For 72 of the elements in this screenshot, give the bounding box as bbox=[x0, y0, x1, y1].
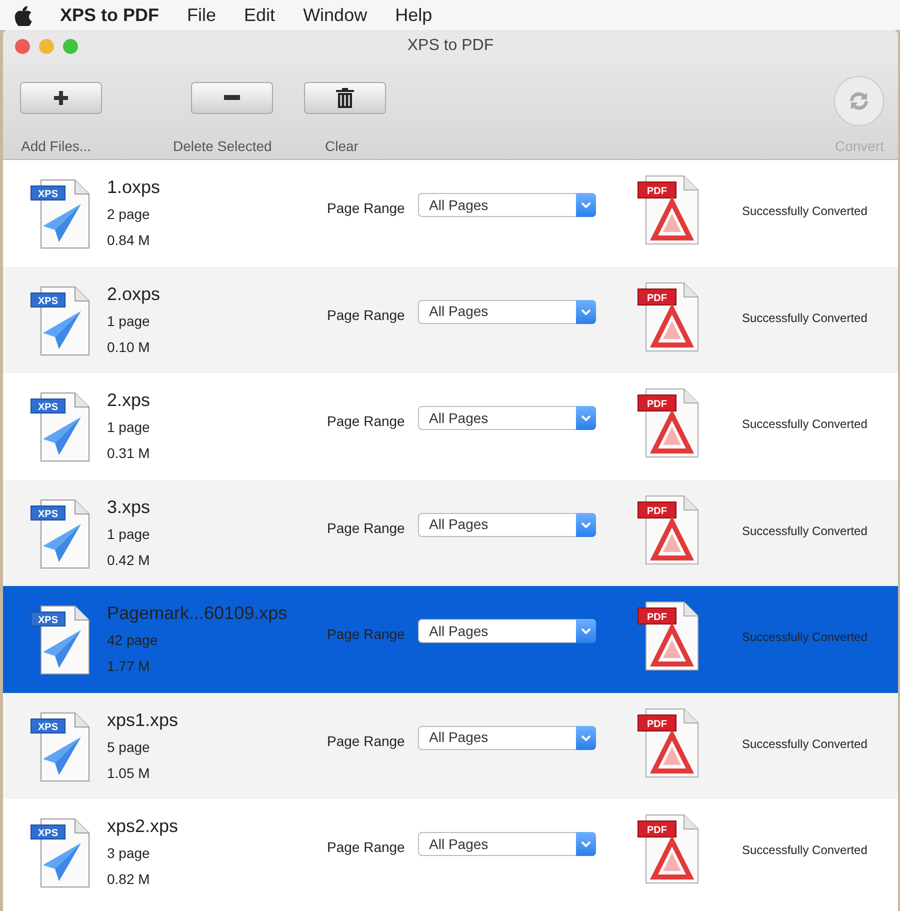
page-range-dropdown[interactable]: All Pages bbox=[418, 619, 596, 643]
status-text: Successfully Converted bbox=[742, 842, 868, 859]
page-count: 3 page bbox=[107, 844, 150, 863]
add-button[interactable] bbox=[20, 82, 102, 114]
file-row[interactable]: XPS 2.oxps 1 page 0.10 M Page Range All Pages PDF Successfully Converted bbox=[3, 266, 898, 373]
page-count: 1 page bbox=[107, 418, 150, 437]
file-size: 0.82 M bbox=[107, 870, 150, 889]
file-name: 3.xps bbox=[107, 496, 150, 519]
page-range-label: Page Range bbox=[327, 199, 405, 218]
menu-item[interactable]: File bbox=[173, 2, 230, 28]
page-range-label: Page Range bbox=[327, 838, 405, 857]
clear-button[interactable] bbox=[304, 82, 386, 114]
status-text: Successfully Converted bbox=[742, 736, 868, 752]
trash-icon bbox=[336, 88, 354, 108]
file-size: 0.84 M bbox=[107, 231, 150, 250]
status-text: Successfully Converted bbox=[742, 416, 868, 433]
page-range-dropdown[interactable]: All Pages bbox=[418, 832, 596, 856]
file-name: 2.oxps bbox=[107, 282, 160, 306]
file-name: 1.oxps bbox=[107, 176, 160, 199]
delete-button[interactable] bbox=[191, 82, 273, 114]
page-count: 42 page bbox=[107, 631, 158, 650]
window-title: XPS to PDF bbox=[407, 36, 494, 56]
status-text: Successfully Converted bbox=[742, 310, 868, 326]
minus-icon bbox=[224, 95, 240, 101]
page-range-dropdown[interactable]: All Pages bbox=[418, 300, 596, 324]
file-row[interactable]: XPS Pagemark...60109.xps 42 page 1.77 M Page Range All Pages PDF Successfully Converted bbox=[3, 586, 898, 692]
file-name: xps2.xps bbox=[107, 815, 178, 838]
close-button[interactable] bbox=[15, 39, 30, 54]
file-size: 1.77 M bbox=[107, 657, 150, 676]
toolbar-label: Clear bbox=[325, 137, 358, 156]
status-text: Successfully Converted bbox=[742, 203, 868, 220]
page-range-dropdown[interactable]: All Pages bbox=[418, 193, 596, 217]
page-range-label: Page Range bbox=[327, 732, 405, 751]
chevron-icon bbox=[581, 520, 591, 528]
menu-item[interactable]: Window bbox=[289, 2, 382, 28]
page-range-dropdown[interactable]: All Pages bbox=[418, 726, 596, 750]
page-range-label: Page Range bbox=[327, 412, 405, 431]
file-size: 0.31 M bbox=[107, 444, 150, 463]
page-range-dropdown[interactable]: All Pages bbox=[418, 406, 596, 430]
menu-item[interactable]: Help bbox=[381, 2, 446, 28]
file-row[interactable]: XPS xps2.xps 3 page 0.82 M Page Range All Pages PDF Successfully Converted bbox=[3, 799, 898, 906]
file-size: 1.05 M bbox=[107, 764, 150, 782]
chevron-icon bbox=[581, 414, 591, 422]
file-name: 2.xps bbox=[107, 389, 150, 412]
chevron-icon bbox=[581, 627, 591, 635]
chevron-icon bbox=[581, 201, 591, 209]
page-range-label: Page Range bbox=[327, 625, 405, 644]
file-name: Pagemark...60109.xps bbox=[107, 602, 288, 625]
file-name: xps1.xps bbox=[107, 708, 178, 732]
toolbar-label: Add Files... bbox=[21, 137, 92, 156]
status-text: Successfully Converted bbox=[742, 629, 868, 646]
page-count: 5 page bbox=[107, 738, 150, 757]
app-menu[interactable]: XPS to PDF bbox=[46, 2, 174, 28]
page-range-dropdown[interactable]: All Pages bbox=[418, 512, 596, 536]
file-row[interactable]: XPS 3.xps 1 page 0.42 M Page Range All Pages PDF Successfully Converted bbox=[3, 480, 898, 586]
menu-item[interactable]: Edit bbox=[230, 2, 290, 28]
file-size: 0.10 M bbox=[107, 338, 150, 356]
toolbar-label: Delete Selected bbox=[173, 137, 272, 156]
status-text: Successfully Converted bbox=[742, 522, 868, 540]
page-range-label: Page Range bbox=[327, 518, 405, 538]
page-range-label: Page Range bbox=[327, 306, 405, 325]
page-count: 1 page bbox=[107, 312, 150, 331]
file-row[interactable]: XPS 2.xps 1 page 0.31 M Page Range All Pages PDF Successfully Converted bbox=[3, 373, 898, 480]
page-count: 1 page bbox=[107, 524, 150, 544]
file-row[interactable]: XPS xps1.xps 5 page 1.05 M Page Range All Pages PDF Successfully Converted bbox=[3, 692, 898, 799]
file-size: 0.42 M bbox=[107, 550, 150, 570]
chevron-icon bbox=[581, 840, 591, 848]
file-row[interactable]: XPS 1.oxps 2 page 0.84 M Page Range All Pages PDF Successfully Converted bbox=[3, 160, 898, 266]
chevron-icon bbox=[581, 734, 591, 742]
plus-icon bbox=[53, 90, 69, 106]
page-count: 2 page bbox=[107, 205, 150, 224]
chevron-icon bbox=[581, 308, 591, 316]
